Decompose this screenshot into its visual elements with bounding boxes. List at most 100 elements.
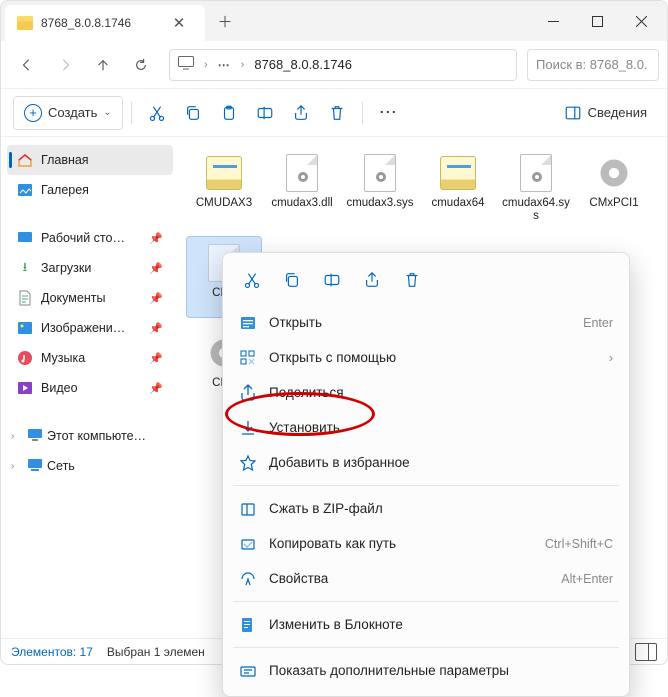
- share-button[interactable]: [284, 96, 318, 130]
- address-bar[interactable]: › ⋯ › 8768_8.0.8.1746: [169, 49, 517, 81]
- details-label: Сведения: [588, 105, 647, 120]
- chevron-right-icon: ›: [241, 59, 245, 71]
- details-button[interactable]: Сведения: [556, 96, 655, 130]
- ctx-cut-button[interactable]: [233, 263, 271, 297]
- sidebar-item-network[interactable]: › Сеть: [7, 451, 173, 481]
- maximize-button[interactable]: [575, 1, 619, 41]
- sidebar-item-label: Музыка: [41, 351, 85, 365]
- context-menu: Открыть Enter Открыть с помощью › Подели…: [222, 252, 630, 697]
- share-icon: [239, 384, 257, 402]
- ctx-hint: Alt+Enter: [561, 572, 613, 586]
- pin-icon: 📌: [149, 262, 163, 275]
- cut-button[interactable]: [140, 96, 174, 130]
- pin-icon: 📌: [149, 292, 163, 305]
- download-icon: ⭳: [17, 260, 33, 276]
- pin-icon: 📌: [149, 322, 163, 335]
- file-item[interactable]: cmudax3.sys: [343, 147, 417, 227]
- pictures-icon: [17, 320, 33, 336]
- file-name: cmudax64: [431, 197, 484, 223]
- rename-button[interactable]: [248, 96, 282, 130]
- ctx-open[interactable]: Открыть Enter: [223, 305, 629, 340]
- ctx-copy-button[interactable]: [273, 263, 311, 297]
- video-icon: [17, 380, 33, 396]
- tab-active[interactable]: 8768_8.0.8.1746 ✕: [5, 5, 205, 41]
- new-button[interactable]: + Создать ⌄: [13, 96, 123, 130]
- chevron-down-icon: ⌄: [103, 107, 111, 118]
- forward-button[interactable]: [47, 47, 83, 83]
- sidebar-item-music[interactable]: Музыка 📌: [7, 343, 173, 373]
- path-ellipsis[interactable]: ⋯: [218, 58, 231, 72]
- open-with-icon: [239, 349, 257, 367]
- plus-icon: +: [24, 104, 42, 122]
- music-icon: [17, 350, 33, 366]
- file-item[interactable]: CMxPCI1: [577, 147, 651, 227]
- sidebar-item-label: Галерея: [41, 183, 89, 197]
- ctx-copy-path[interactable]: Копировать как путь Ctrl+Shift+C: [223, 526, 629, 561]
- ctx-delete-button[interactable]: [393, 263, 431, 297]
- sidebar-item-label: Главная: [41, 153, 89, 167]
- file-icon: [202, 151, 246, 195]
- ctx-label: Изменить в Блокноте: [269, 617, 613, 632]
- paste-button[interactable]: [212, 96, 246, 130]
- sidebar-item-videos[interactable]: Видео 📌: [7, 373, 173, 403]
- new-label: Создать: [48, 105, 97, 120]
- ctx-label: Копировать как путь: [269, 536, 533, 551]
- file-item[interactable]: CMUDAX3: [187, 147, 261, 227]
- tab-close-button[interactable]: ✕: [165, 9, 193, 37]
- sidebar-item-gallery[interactable]: Галерея: [7, 175, 173, 205]
- ctx-rename-button[interactable]: [313, 263, 351, 297]
- sidebar-item-documents[interactable]: Документы 📌: [7, 283, 173, 313]
- file-icon: [592, 151, 636, 195]
- ctx-open-with[interactable]: Открыть с помощью ›: [223, 340, 629, 375]
- nav-bar: › ⋯ › 8768_8.0.8.1746 Поиск в: 8768_8.0.: [1, 41, 667, 89]
- context-menu-actions: [223, 259, 629, 305]
- file-item[interactable]: cmudax64.sys: [499, 147, 573, 227]
- document-icon: [17, 290, 33, 306]
- delete-button[interactable]: [320, 96, 354, 130]
- file-item[interactable]: cmudax3.dll: [265, 147, 339, 227]
- ctx-properties[interactable]: Свойства Alt+Enter: [223, 561, 629, 596]
- ctx-hint: Enter: [583, 316, 613, 330]
- sidebar-item-desktop[interactable]: Рабочий сто… 📌: [7, 223, 173, 253]
- ctx-favorite[interactable]: Добавить в избранное: [223, 445, 629, 480]
- file-item[interactable]: cmudax64: [421, 147, 495, 227]
- sidebar-item-this-pc[interactable]: › Этот компьюте…: [7, 421, 173, 451]
- ctx-install[interactable]: Установить: [223, 410, 629, 445]
- sidebar-item-pictures[interactable]: Изображени… 📌: [7, 313, 173, 343]
- more-button[interactable]: ⋯: [371, 96, 407, 130]
- ctx-share[interactable]: Поделиться: [223, 375, 629, 410]
- ctx-label: Установить: [269, 420, 613, 435]
- file-icon: [514, 151, 558, 195]
- back-button[interactable]: [9, 47, 45, 83]
- pc-icon: [27, 428, 43, 445]
- minimize-button[interactable]: [531, 1, 575, 41]
- details-view-button[interactable]: [635, 643, 657, 661]
- tab-title: 8768_8.0.8.1746: [41, 16, 157, 30]
- status-count: Элементов: 17: [11, 645, 93, 659]
- ctx-more-options[interactable]: Показать дополнительные параметры: [223, 653, 629, 688]
- refresh-button[interactable]: [123, 47, 159, 83]
- new-tab-button[interactable]: ＋: [211, 7, 239, 35]
- install-icon: [239, 419, 257, 437]
- file-name: cmudax64.sys: [501, 197, 571, 223]
- copy-button[interactable]: [176, 96, 210, 130]
- star-icon: [239, 454, 257, 472]
- file-name: CMUDAX3: [196, 197, 252, 223]
- file-icon: [436, 151, 480, 195]
- close-button[interactable]: [619, 1, 663, 41]
- sidebar-item-label: Рабочий сто…: [41, 231, 125, 245]
- ctx-label: Свойства: [269, 571, 549, 586]
- command-bar: + Создать ⌄ ⋯ Сведения: [1, 89, 667, 137]
- sidebar-item-home[interactable]: Главная: [7, 145, 173, 175]
- up-button[interactable]: [85, 47, 121, 83]
- sidebar-item-label: Изображени…: [41, 321, 125, 335]
- ctx-zip[interactable]: Сжать в ZIP-файл: [223, 491, 629, 526]
- desktop-icon: [17, 230, 33, 246]
- sidebar-item-downloads[interactable]: ⭳ Загрузки 📌: [7, 253, 173, 283]
- breadcrumb-current[interactable]: 8768_8.0.8.1746: [254, 57, 352, 72]
- ctx-share-button[interactable]: [353, 263, 391, 297]
- search-input[interactable]: Поиск в: 8768_8.0.: [527, 49, 659, 81]
- ctx-label: Открыть с помощью: [269, 350, 597, 365]
- copy-path-icon: [239, 535, 257, 553]
- ctx-notepad[interactable]: Изменить в Блокноте: [223, 607, 629, 642]
